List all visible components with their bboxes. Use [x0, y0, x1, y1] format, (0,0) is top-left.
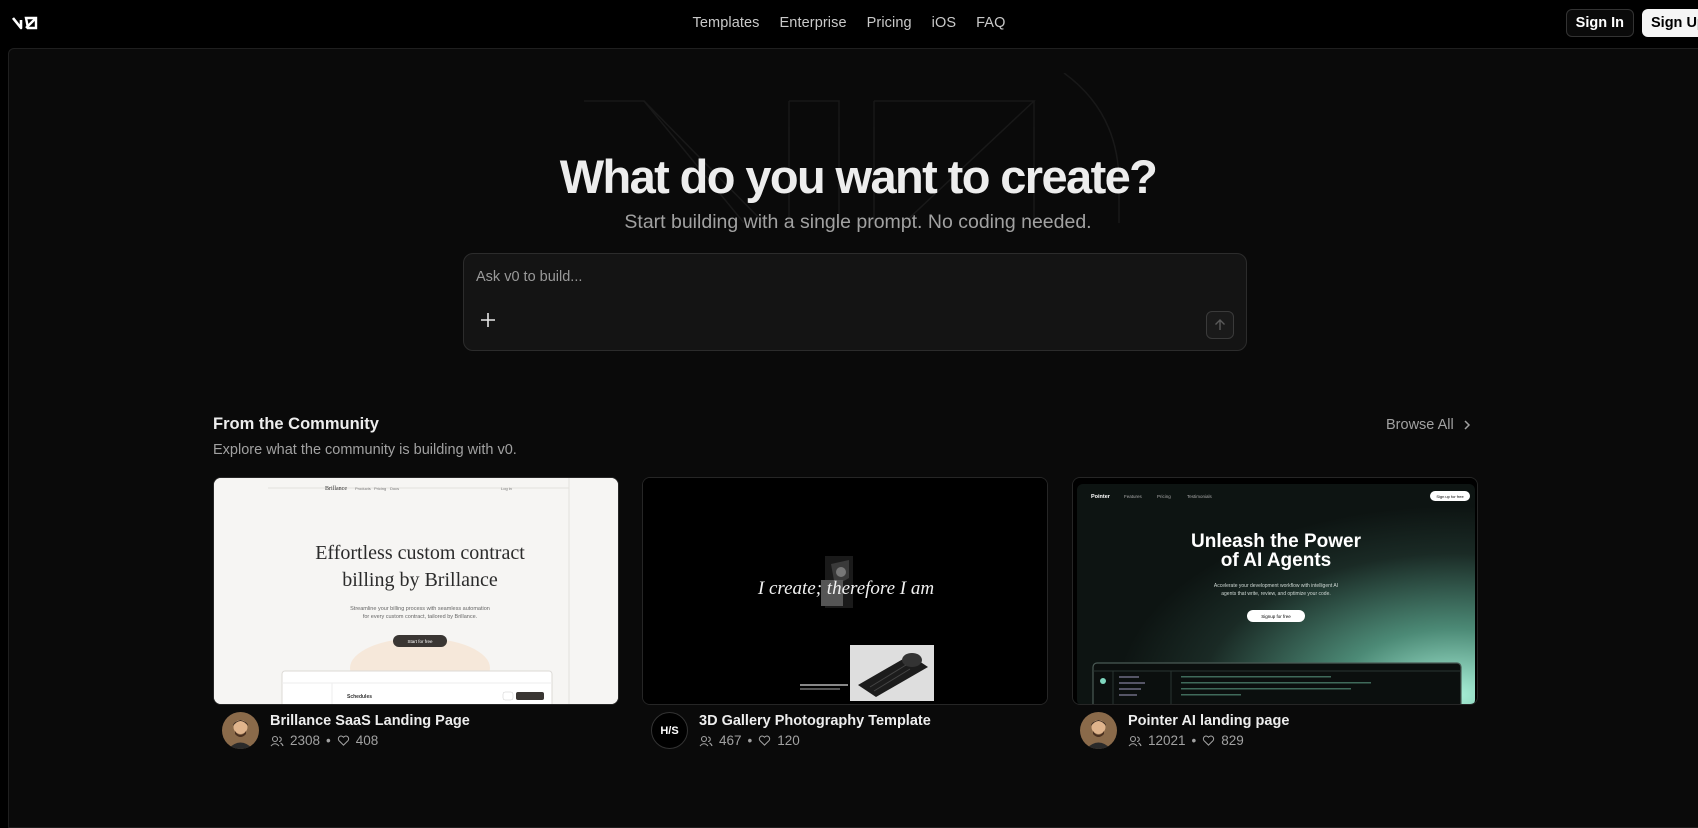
brillance-cta: Start for free: [407, 639, 433, 644]
send-button[interactable]: [1206, 311, 1234, 339]
card-meta-brillance: Brillance SaaS Landing Page 2308 • 408: [222, 712, 622, 750]
separator-dot: •: [326, 733, 331, 748]
auth-buttons: Sign In Sign Up: [1565, 9, 1698, 37]
main-nav: Templates Enterprise Pricing iOS FAQ: [0, 0, 1698, 46]
community-card-brillance[interactable]: Brillance Products Pricing Docs Log in E…: [213, 477, 619, 705]
card-title[interactable]: 3D Gallery Photography Template: [699, 713, 931, 729]
pointer-cta: Signup for free: [1261, 614, 1291, 619]
nav-pricing[interactable]: Pricing: [867, 15, 912, 31]
brillance-inner-heading: Schedules: [347, 694, 372, 700]
pointer-headline-1: Unleash the Power: [1191, 531, 1362, 552]
avatar[interactable]: [1080, 712, 1117, 749]
brillance-headline-1: Effortless custom contract: [315, 542, 525, 564]
main-panel: What do you want to create? Start buildi…: [8, 48, 1698, 828]
community-card-pointer[interactable]: Pointer Features Pricing Testimonials Si…: [1072, 477, 1478, 705]
gallery-headline: I create; therefore I am: [757, 578, 934, 599]
pointer-nav-3: Testimonials: [1187, 494, 1213, 499]
card-title[interactable]: Brillance SaaS Landing Page: [270, 713, 470, 729]
pointer-headline-2: of AI Agents: [1221, 550, 1331, 571]
card-title[interactable]: Pointer AI landing page: [1128, 713, 1289, 729]
prompt-box: [463, 253, 1247, 351]
nav-enterprise[interactable]: Enterprise: [780, 15, 847, 31]
attach-plus-icon[interactable]: [478, 310, 498, 330]
pointer-nav-1: Features: [1124, 494, 1143, 499]
community-subtitle: Explore what the community is building w…: [213, 442, 517, 458]
arrow-up-icon: [1215, 319, 1225, 330]
brillance-body-1: Streamline your billing process with sea…: [350, 606, 490, 612]
separator-dot: •: [747, 733, 753, 748]
brillance-login: Log in: [501, 486, 512, 491]
brillance-headline-2: billing by Brillance: [342, 569, 498, 591]
users-icon: [1128, 735, 1142, 746]
like-count: 829: [1221, 733, 1244, 748]
pointer-nav-2: Pricing: [1157, 494, 1171, 499]
brillance-nav-3: Docs: [390, 486, 399, 491]
gallery-preview: I create; therefore I am: [643, 478, 1047, 704]
brillance-nav-1: Products: [355, 486, 371, 491]
avatar[interactable]: H/S: [651, 712, 688, 749]
like-count: 408: [355, 733, 379, 748]
pointer-body-2: agents that write, review, and optimize …: [1221, 591, 1331, 597]
prompt-input[interactable]: [476, 266, 1176, 288]
sign-in-button[interactable]: Sign In: [1565, 9, 1634, 37]
top-navbar: Templates Enterprise Pricing iOS FAQ Sig…: [0, 0, 1698, 48]
hero-subtitle: Start building with a single prompt. No …: [624, 211, 1092, 233]
card-stats: 2308 • 408: [270, 733, 378, 748]
pointer-brand: Pointer: [1091, 494, 1111, 500]
card-meta-3d-gallery: H/S 3D Gallery Photography Template 467 …: [651, 712, 1051, 750]
view-count: 2308: [290, 733, 321, 748]
view-count: 12021: [1148, 733, 1186, 748]
separator-dot: •: [1191, 733, 1197, 748]
nav-templates[interactable]: Templates: [693, 15, 760, 31]
brillance-nav-2: Pricing: [374, 486, 386, 491]
users-icon: [699, 735, 713, 746]
like-count: 120: [777, 733, 800, 748]
brillance-brand: Brillance: [325, 486, 347, 492]
browse-all-link[interactable]: Browse All: [1386, 417, 1472, 433]
community-card-3d-gallery[interactable]: I create; therefore I am: [642, 477, 1048, 705]
pointer-body-1: Accelerate your development workflow wit…: [1214, 583, 1338, 589]
browse-all-label: Browse All: [1386, 417, 1454, 433]
heart-icon[interactable]: [337, 734, 350, 747]
heart-icon[interactable]: [1202, 734, 1215, 747]
sign-up-button[interactable]: Sign Up: [1642, 9, 1698, 37]
pointer-preview: Pointer Features Pricing Testimonials Si…: [1073, 478, 1477, 704]
nav-faq[interactable]: FAQ: [976, 15, 1005, 31]
avatar[interactable]: [222, 712, 259, 749]
card-meta-pointer: Pointer AI landing page 12021 • 829: [1080, 712, 1480, 750]
brillance-body-2: for every custom contract, tailored by B…: [363, 614, 478, 620]
community-title: From the Community: [213, 415, 379, 433]
users-icon: [270, 735, 284, 746]
view-count: 467: [719, 733, 742, 748]
hero-title: What do you want to create?: [559, 150, 1158, 203]
card-stats: 467 • 120: [699, 733, 800, 748]
nav-ios[interactable]: iOS: [932, 15, 956, 31]
heart-icon[interactable]: [758, 734, 771, 747]
card-stats: 12021 • 829: [1128, 733, 1244, 748]
brillance-preview: Brillance Products Pricing Docs Log in E…: [214, 478, 618, 704]
chevron-right-icon: [1464, 420, 1470, 430]
pointer-signup-top: Sign up for free: [1436, 494, 1464, 499]
